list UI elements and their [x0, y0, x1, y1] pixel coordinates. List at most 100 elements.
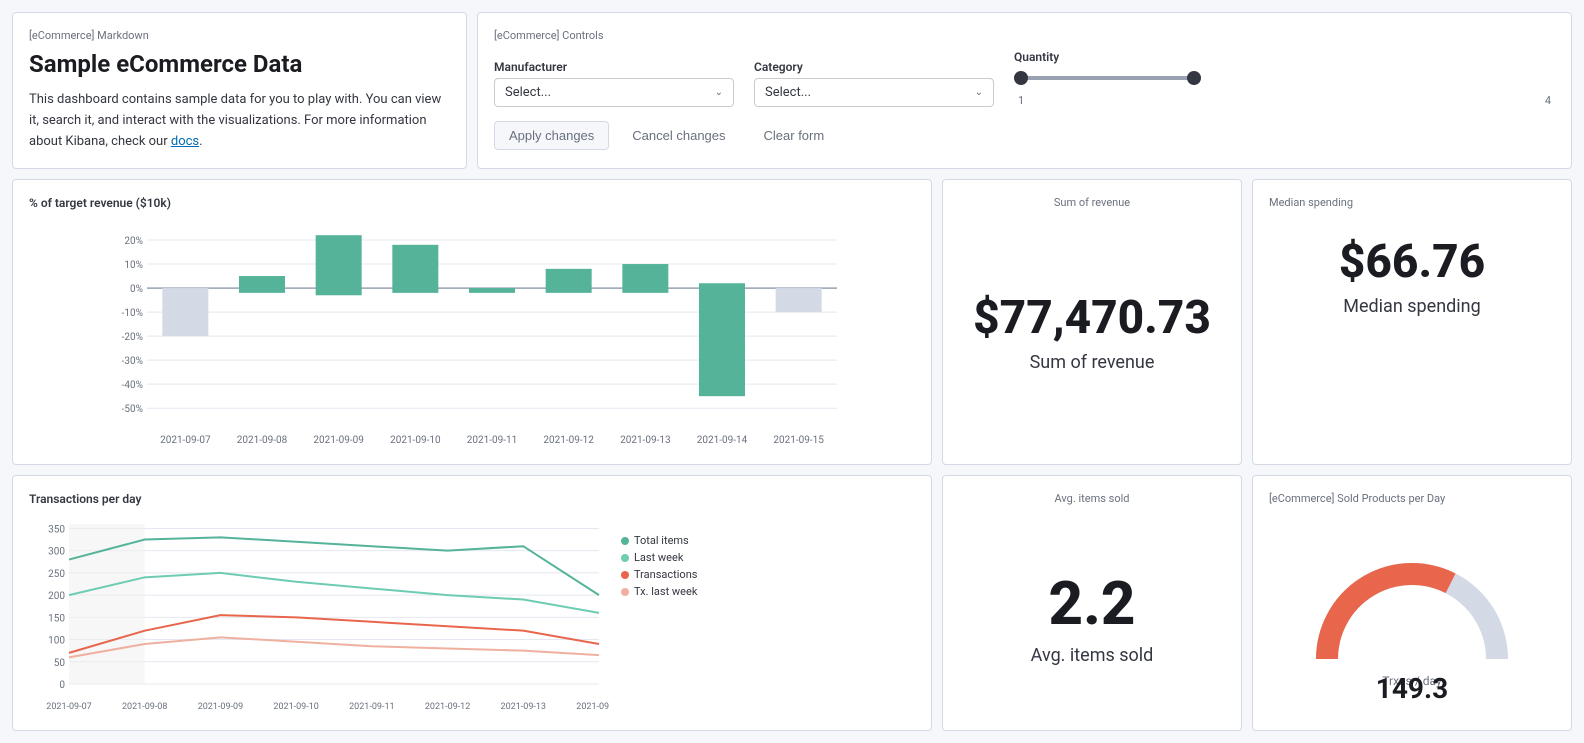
- legend-lastweek-label: Last week: [634, 551, 683, 564]
- legend-total-label: Total items: [634, 534, 689, 547]
- category-group: Category Select... ⌄: [754, 60, 994, 107]
- slider-min-label: 1: [1018, 94, 1024, 107]
- clear-form-button[interactable]: Clear form: [749, 121, 840, 150]
- svg-text:0%: 0%: [130, 284, 143, 295]
- legend-transactions: Transactions: [621, 568, 697, 581]
- svg-text:150: 150: [48, 614, 65, 625]
- legend-last-week: Last week: [621, 551, 697, 564]
- markdown-body: This dashboard contains sample data for …: [29, 90, 450, 152]
- svg-text:2021-09-14: 2021-09-14: [697, 435, 748, 446]
- slider-num-labels: 1 4: [1014, 94, 1555, 107]
- svg-text:-10%: -10%: [122, 308, 143, 319]
- svg-text:2021-09-12: 2021-09-12: [543, 435, 594, 446]
- manufacturer-group: Manufacturer Select... ⌄: [494, 60, 734, 107]
- manufacturer-value: Select...: [505, 85, 551, 100]
- slider-track: [1014, 76, 1194, 80]
- slider-thumb-right[interactable]: [1187, 71, 1201, 85]
- category-value: Select...: [765, 85, 811, 100]
- gauge-container: Trxns / day 149.3: [1269, 513, 1555, 735]
- svg-text:2021-09-13: 2021-09-13: [620, 435, 671, 446]
- median-panel-title: Median spending: [1269, 196, 1555, 209]
- slider-max-label: 4: [1545, 94, 1551, 107]
- manufacturer-label: Manufacturer: [494, 60, 734, 74]
- svg-text:2021-09-10: 2021-09-10: [390, 435, 441, 446]
- controls-panel: [eCommerce] Controls Manufacturer Select…: [477, 12, 1572, 169]
- slider-thumb-left[interactable]: [1014, 71, 1028, 85]
- avg-items-label: Avg. items sold: [1031, 645, 1154, 666]
- transactions-panel: Transactions per day 3503002502001501005…: [12, 475, 932, 731]
- median-spending-panel: Median spending $66.76 Median spending: [1252, 179, 1572, 465]
- manufacturer-select[interactable]: Select... ⌄: [494, 78, 734, 107]
- apply-changes-button[interactable]: Apply changes: [494, 121, 609, 150]
- legend-total-items: Total items: [621, 534, 697, 547]
- sold-per-day-panel: [eCommerce] Sold Products per Day Trxns …: [1252, 475, 1572, 731]
- svg-text:-30%: -30%: [122, 357, 143, 368]
- legend-lastweek-dot: [621, 554, 629, 562]
- svg-text:20%: 20%: [124, 236, 143, 247]
- legend-txlw-label: Tx. last week: [634, 585, 697, 598]
- gauge-value: 149.3: [1376, 672, 1448, 705]
- slider-fill: [1014, 76, 1194, 80]
- svg-text:350: 350: [48, 525, 65, 536]
- svg-text:2021-09-09: 2021-09-09: [198, 702, 243, 712]
- svg-text:2021-09-07: 2021-09-07: [46, 702, 91, 712]
- transactions-chart: 3503002502001501005002021-09-072021-09-0…: [29, 514, 609, 714]
- svg-text:2021-09-12: 2021-09-12: [425, 702, 470, 712]
- legend-txlw-dot: [621, 588, 629, 596]
- svg-text:2021-09-09: 2021-09-09: [313, 435, 364, 446]
- svg-text:300: 300: [48, 547, 65, 558]
- controls-buttons-row: Apply changes Cancel changes Clear form: [494, 121, 1555, 150]
- svg-text:50: 50: [54, 658, 66, 669]
- cancel-changes-button[interactable]: Cancel changes: [617, 121, 740, 150]
- markdown-panel-title: [eCommerce] Markdown: [29, 29, 450, 42]
- svg-text:2021-09-15: 2021-09-15: [773, 435, 824, 446]
- legend-tx-dot: [621, 571, 629, 579]
- svg-text:-20%: -20%: [122, 333, 143, 344]
- category-select[interactable]: Select... ⌄: [754, 78, 994, 107]
- legend-total-dot: [621, 537, 629, 545]
- median-label: Median spending: [1343, 296, 1480, 317]
- svg-text:200: 200: [48, 592, 65, 603]
- revenue-pct-panel: % of target revenue ($10k) 20% 10% 0% -10% -…: [12, 179, 932, 465]
- docs-link[interactable]: docs: [171, 134, 199, 149]
- quantity-label: Quantity: [1014, 50, 1555, 64]
- sum-revenue-label: Sum of revenue: [1030, 352, 1155, 373]
- quantity-group: Quantity 1 4: [1014, 50, 1555, 107]
- legend-tx-label: Transactions: [634, 568, 697, 581]
- avg-items-panel-title: Avg. items sold: [1055, 492, 1130, 505]
- category-chevron-icon: ⌄: [975, 87, 983, 98]
- svg-text:2021-09-13: 2021-09-13: [501, 702, 546, 712]
- gauge-chart: [1302, 544, 1522, 684]
- markdown-heading: Sample eCommerce Data: [29, 50, 450, 78]
- sum-revenue-panel: Sum of revenue $77,470.73 Sum of revenue: [942, 179, 1242, 465]
- svg-text:10%: 10%: [124, 260, 143, 271]
- svg-text:0: 0: [59, 680, 65, 691]
- transactions-legend: Total items Last week Transactions Tx. l…: [621, 514, 697, 714]
- quantity-slider-container: [1014, 68, 1555, 88]
- avg-items-value: 2.2: [1049, 571, 1136, 637]
- controls-panel-title: [eCommerce] Controls: [494, 29, 1555, 42]
- svg-text:2021-09-10: 2021-09-10: [273, 702, 318, 712]
- svg-text:2021-09-11: 2021-09-11: [349, 702, 394, 712]
- svg-text:2021-09-14: 2021-09-14: [576, 702, 609, 712]
- manufacturer-chevron-icon: ⌄: [715, 87, 723, 98]
- revenue-pct-chart: 20% 10% 0% -10% -20% -30% -40% -50% 2021-09-07 20…: [29, 218, 915, 448]
- sold-per-day-title: [eCommerce] Sold Products per Day: [1269, 492, 1555, 505]
- quantity-slider[interactable]: [1014, 68, 1194, 88]
- sum-revenue-panel-title: Sum of revenue: [1054, 196, 1130, 209]
- svg-text:-50%: -50%: [122, 405, 143, 416]
- revenue-pct-title: % of target revenue ($10k): [29, 196, 915, 210]
- controls-inputs-row: Manufacturer Select... ⌄ Category Select…: [494, 50, 1555, 107]
- svg-text:250: 250: [48, 569, 65, 580]
- svg-text:2021-09-11: 2021-09-11: [467, 435, 518, 446]
- svg-text:2021-09-08: 2021-09-08: [122, 702, 167, 712]
- markdown-panel: [eCommerce] Markdown Sample eCommerce Da…: [12, 12, 467, 169]
- svg-text:2021-09-07: 2021-09-07: [160, 435, 211, 446]
- category-label: Category: [754, 60, 994, 74]
- avg-items-panel: Avg. items sold 2.2 Avg. items sold: [942, 475, 1242, 731]
- legend-tx-lastweek: Tx. last week: [621, 585, 697, 598]
- svg-text:2021-09-08: 2021-09-08: [237, 435, 288, 446]
- transactions-title: Transactions per day: [29, 492, 915, 506]
- sum-revenue-value: $77,470.73: [973, 293, 1211, 344]
- svg-text:-40%: -40%: [122, 381, 143, 392]
